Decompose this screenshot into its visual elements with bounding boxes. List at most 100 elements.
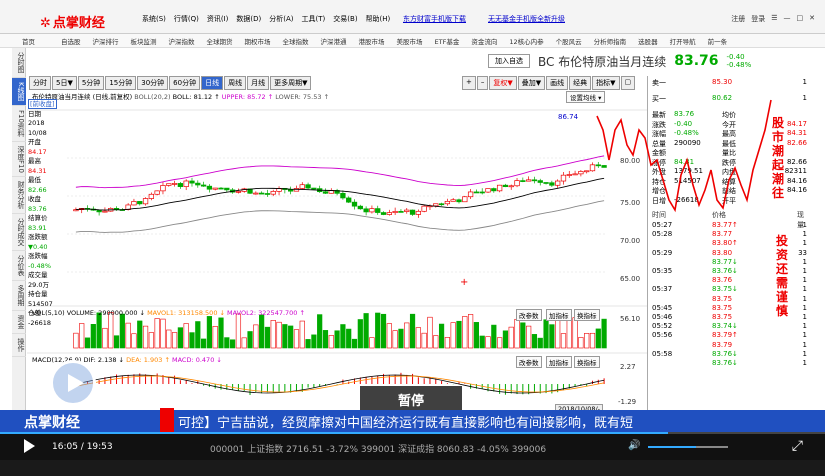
tick-volume: 1 (802, 221, 807, 229)
volume-bar (444, 337, 450, 349)
period-tab-0[interactable]: 分时 (29, 76, 51, 90)
period-tab-1[interactable]: 5日▼ (52, 76, 77, 90)
vol-edit-params-button[interactable]: 改参数 (516, 309, 542, 321)
bar-info-text: 成交量 (28, 271, 48, 279)
sidebar-tab-5[interactable]: 分时成交 (12, 214, 26, 252)
volume-bar (369, 337, 375, 349)
candle-body (566, 174, 572, 176)
period-tab-8[interactable]: 月线 (247, 76, 270, 90)
window-control-0[interactable]: 注册 (731, 14, 745, 24)
sidebar-tab-9[interactable]: 操作 (12, 334, 26, 358)
candle-body (514, 180, 520, 187)
nav-item-14[interactable]: 个股风云 (550, 36, 588, 46)
period-tab-3[interactable]: 15分钟 (105, 76, 137, 90)
sidebar-tab-2[interactable]: F10资料 (12, 106, 26, 142)
tool-button-7[interactable]: ▢ (620, 76, 636, 90)
period-tab-4[interactable]: 30分钟 (137, 76, 169, 90)
bottom-edge (0, 460, 825, 476)
tool-button-3[interactable]: 叠加▼ (517, 76, 546, 90)
volume-bar (177, 327, 183, 349)
candle-body (444, 200, 451, 205)
candle-body (224, 187, 230, 191)
nav-item-18[interactable]: 前一条 (702, 36, 734, 46)
menu-item-4[interactable]: 分析(A) (267, 14, 295, 24)
ad-link-2[interactable]: 无无基金手机版全新升级 (488, 14, 565, 24)
period-tab-9[interactable]: 更多周期▼ (270, 76, 312, 90)
sidebar-tab-3[interactable]: 深度F10 (12, 142, 26, 178)
window-control-1[interactable]: 登录 (751, 14, 765, 24)
menu-item-6[interactable]: 交易(B) (331, 14, 359, 24)
tool-button-6[interactable]: 指标▼ (592, 76, 620, 90)
period-tab-2[interactable]: 5分钟 (77, 76, 105, 90)
volume-bar (311, 334, 317, 349)
vol-switch-indicator-button[interactable]: 换指标 (574, 309, 600, 321)
nav-item-10[interactable]: 美股市场 (391, 36, 429, 46)
period-tab-7[interactable]: 周线 (224, 76, 247, 90)
volume-slider[interactable] (648, 446, 728, 448)
nav-item-0[interactable]: 首页 (0, 36, 55, 46)
fullscreen-icon[interactable]: ⤢ (792, 438, 803, 454)
volume-bar (357, 319, 363, 349)
window-control-4[interactable]: □ (797, 14, 804, 24)
menu-item-0[interactable]: 系统(S) (140, 14, 168, 24)
nav-item-11[interactable]: ETF基金 (429, 36, 466, 46)
tool-button-2[interactable]: 复权▼ (489, 76, 517, 90)
bar-info-text: 83.91 (28, 223, 47, 232)
sidebar-tab-6[interactable]: 分价表 (12, 251, 26, 282)
tool-button-1[interactable]: – (476, 76, 489, 90)
nav-item-9[interactable]: 港股市场 (353, 36, 391, 46)
nav-item-13[interactable]: 12核心内参 (503, 36, 549, 46)
menu-item-1[interactable]: 行情(Q) (172, 14, 201, 24)
window-control-3[interactable]: — (784, 14, 791, 24)
sidebar-tab-0[interactable]: 分时图 (12, 48, 26, 78)
play-icon[interactable] (24, 439, 35, 453)
window-control-5[interactable]: ✕ (809, 14, 815, 24)
bar-info-text: 最低 (28, 176, 41, 184)
volume-bar (479, 335, 485, 349)
menu-item-2[interactable]: 资讯(I) (205, 14, 231, 24)
window-control-2[interactable]: ☰ (771, 14, 777, 24)
candle-body (102, 210, 108, 213)
macd-edit-params-button[interactable]: 改参数 (516, 356, 542, 368)
sidebar-tab-1[interactable]: K线图 (12, 78, 26, 106)
bar-info-8: 最低 (28, 176, 66, 186)
nav-item-6[interactable]: 期权市场 (239, 36, 277, 46)
add-watchlist-button[interactable]: 加入自选 (488, 54, 530, 68)
candle-body (148, 193, 155, 199)
menu-item-3[interactable]: 数据(D) (234, 14, 263, 24)
nav-item-8[interactable]: 沪深港通 (315, 36, 353, 46)
nav-item-1[interactable]: 自选股 (55, 36, 87, 46)
nav-item-5[interactable]: 全球期货 (201, 36, 239, 46)
dif-value: DIF: 2.138 ↓ (83, 356, 124, 364)
play-overlay-button[interactable] (50, 360, 96, 406)
bar-info-3: 10/08 (28, 129, 66, 139)
volume-bar (189, 332, 195, 349)
period-tab-5[interactable]: 60分钟 (169, 76, 201, 90)
nav-item-16[interactable]: 选股器 (632, 36, 664, 46)
macd-switch-indicator-button[interactable]: 换指标 (574, 356, 600, 368)
volume-icon[interactable]: 🔊 (628, 440, 640, 451)
volume-bar (79, 323, 85, 349)
bar-info-5: 84.17 (28, 148, 66, 158)
sidebar-tab-7[interactable]: 多周期 (12, 281, 26, 312)
tool-button-5[interactable]: 经典 (569, 76, 592, 90)
nav-item-2[interactable]: 沪深排行 (87, 36, 125, 46)
candle-body (171, 183, 178, 185)
nav-item-12[interactable]: 资金流向 (465, 36, 503, 46)
macd-add-indicator-button[interactable]: 加指标 (546, 356, 572, 368)
menu-item-5[interactable]: 工具(T) (300, 14, 328, 24)
nav-item-15[interactable]: 分析师指南 (588, 36, 633, 46)
period-tab-6[interactable]: 日线 (201, 76, 224, 90)
bar-info-text: 结算价 (28, 214, 48, 222)
tool-button-4[interactable]: 画线 (546, 76, 569, 90)
vol-add-indicator-button[interactable]: 加指标 (546, 309, 572, 321)
ad-link-1[interactable]: 东方财富手机版下载 (403, 14, 466, 24)
tool-button-0[interactable]: + (462, 76, 476, 90)
nav-item-4[interactable]: 沪深指数 (163, 36, 201, 46)
sidebar-tab-4[interactable]: 财务分析 (12, 177, 26, 215)
sidebar-tab-8[interactable]: 资金 (12, 311, 26, 335)
menu-item-7[interactable]: 帮助(H) (364, 14, 393, 24)
nav-item-17[interactable]: 打开导航 (664, 36, 702, 46)
nav-item-7[interactable]: 全球指数 (277, 36, 315, 46)
nav-item-3[interactable]: 板块监测 (125, 36, 163, 46)
